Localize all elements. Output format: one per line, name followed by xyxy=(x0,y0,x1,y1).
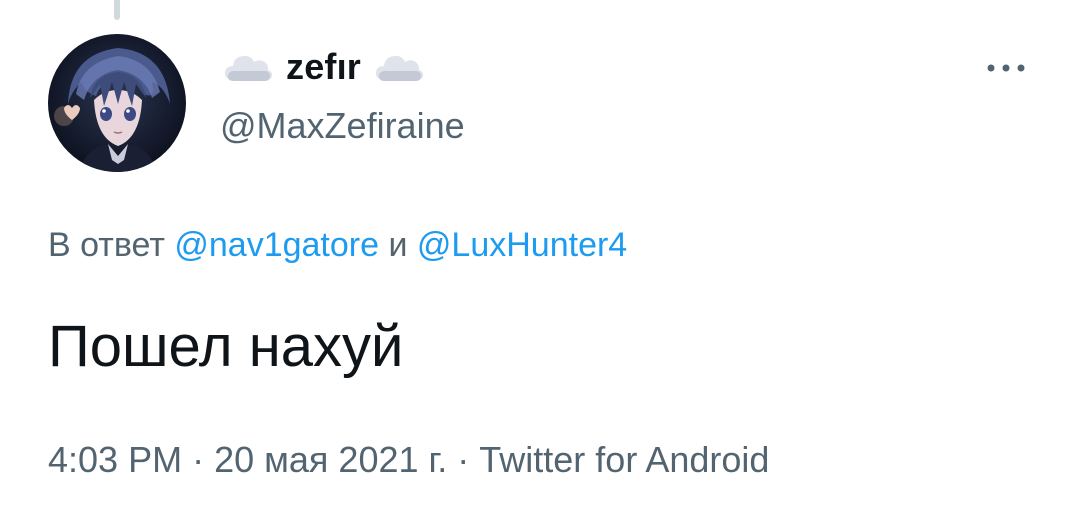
meta-separator: · xyxy=(457,439,470,480)
reply-conjunction: и xyxy=(388,226,408,264)
more-horizontal-icon[interactable] xyxy=(984,58,1028,78)
avatar[interactable] xyxy=(48,34,186,172)
tweet-date[interactable]: 20 мая 2021 г. xyxy=(214,439,447,480)
tweet-source[interactable]: Twitter for Android xyxy=(479,439,769,480)
author-display-name-row[interactable]: zefır xyxy=(222,44,425,90)
author-handle[interactable]: @MaxZefiraine xyxy=(220,106,465,146)
reply-prefix: В ответ xyxy=(48,226,165,264)
cloud-icon xyxy=(375,55,424,81)
tweet-time[interactable]: 4:03 PM xyxy=(48,439,182,480)
tweet-text: Пошел нахуй xyxy=(48,314,404,379)
meta-separator: · xyxy=(192,439,205,480)
mention-link[interactable]: @nav1gatore xyxy=(174,226,379,264)
reply-context: В ответ @nav1gatore и @LuxHunter4 xyxy=(48,225,627,265)
mention-link[interactable]: @LuxHunter4 xyxy=(417,226,627,264)
cloud-icon xyxy=(224,55,273,81)
avatar-image xyxy=(48,34,186,172)
tweet-meta: 4:03 PM · 20 мая 2021 г. · Twitter for A… xyxy=(48,438,769,482)
thread-connector-line xyxy=(114,0,120,20)
author-display-name: zefır xyxy=(286,46,362,87)
